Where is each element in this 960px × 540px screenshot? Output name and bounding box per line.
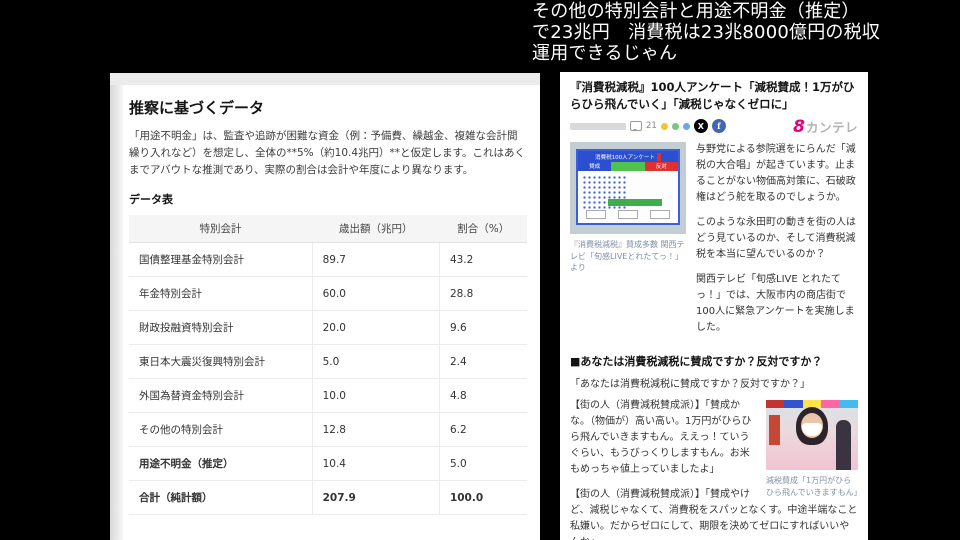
section1-heading: ■あなたは消費税減税に賛成ですか？反対ですか？ [570, 355, 823, 369]
document-title: 推察に基づくデータ [129, 99, 265, 117]
x-share-icon[interactable]: X [693, 119, 708, 134]
table-row: 合計（純計額） 207.9 100.0 [129, 480, 527, 515]
special-accounts-table: 特別会計 歳出額（兆円） 割合（%） 国債整理基金特別会計 89.7 43.2 年金特… [129, 215, 527, 515]
shop-sign [769, 415, 780, 446]
cell-amount: 89.7 [311, 242, 440, 277]
survey-tabs: 賛成 反対 [578, 162, 678, 172]
article-meta-row: 21 X f 8 カンテレ [570, 117, 858, 135]
cell-amount: 5.0 [311, 344, 440, 379]
cell-percent: 4.8 [438, 378, 527, 413]
intro-paragraphs: 与野党による参院選をにらんだ「減税の大合唱」が起きています。止まることがない物価… [696, 142, 858, 345]
cell-name: 財政投融資特別会計 [129, 310, 313, 345]
reaction-icon[interactable] [682, 122, 690, 130]
document-panel: 推察に基づくデータ 「用途不明金」は、監査や追跡が困難な資金（例：予備費、繰越金… [110, 73, 540, 540]
publish-date-text [570, 122, 626, 130]
comment-icon[interactable] [630, 121, 642, 132]
section1-block: 減税賛成「1万円がひらひら飛んでいきますもん」 【街の人（消費減税賛成派）】「賛… [570, 398, 858, 540]
survey-banner-badge [656, 152, 661, 161]
survey-tab-oppose: 反対 [644, 162, 678, 172]
kantele-logo-name: カンテレ [805, 119, 858, 135]
cell-percent: 100.0 [438, 480, 527, 515]
woman-image-caption: 減税賛成「1万円がひらひら飛んでいきますもん」 [766, 476, 858, 497]
survey-card-graphic: 消費税100人アンケート 賛成 反対 [576, 149, 680, 226]
background-figure [836, 420, 851, 471]
cell-percent: 5.0 [438, 446, 527, 481]
article-panel: 『消費税減税』100人アンケート「減税賛成！1万がひらひら飛んでいく」「減税じゃ… [560, 72, 868, 540]
header-account: 特別会計 [129, 215, 313, 243]
paragraph: 与野党による参院選をにらんだ「減税の大合唱」が起きています。止まることがない物価… [696, 144, 856, 204]
document-description: 「用途不明金」は、監査や追跡が困難な資金（例：予備費、繰越金、複雑な会計間繰り入… [129, 130, 525, 176]
intro-section: 消費税100人アンケート 賛成 反対 『消費税減税』賛成多数 関西テレビ「旬感L… [570, 142, 858, 345]
header-amount: 歳出額（兆円） [312, 215, 440, 243]
cell-name: 東日本大震災復興特別会計 [129, 344, 313, 379]
cell-name: 用途不明金（推定） [129, 446, 313, 481]
headline-line: その他の特別会計と用途不明金（推定） [532, 1, 860, 22]
cell-name: 合計（純計額） [129, 480, 313, 515]
table-header-row: 特別会計 歳出額（兆円） 割合（%） [129, 215, 527, 243]
cell-percent: 6.2 [438, 412, 527, 447]
kantele-logo-mark: 8 [793, 116, 805, 137]
comment-count[interactable]: 21 [646, 121, 657, 131]
cell-amount: 12.8 [311, 412, 440, 447]
headline-line: で23兆円 消費税は23兆8000億円の税収 [532, 22, 881, 44]
survey-green-bar [608, 199, 662, 207]
woman-street-image [766, 400, 858, 471]
table-body: 国債整理基金特別会計 89.7 43.2 年金特別会計 60.0 28.8 財政投融資特別会… [129, 242, 527, 515]
cell-name: 外国為替資金特別会計 [129, 378, 313, 413]
header-percent: 割合（%） [439, 215, 527, 243]
paragraph: このような永田町の動きを街の人はどう見ているのか、そして消費税減税を本当に望んで… [696, 217, 856, 261]
cell-name: その他の特別会計 [129, 412, 313, 447]
survey-tab-agree: 賛成 [578, 162, 612, 172]
table-row: 国債整理基金特別会計 89.7 43.2 [129, 242, 527, 277]
kantele-logo[interactable]: 8 カンテレ [793, 117, 858, 136]
cell-amount: 207.9 [311, 480, 440, 515]
cell-amount: 10.4 [311, 446, 440, 481]
cell-amount: 10.0 [311, 378, 440, 413]
paragraph: 関西テレビ「旬感LIVE とれたてっ！」では、大阪市内の商店街で100人に緊急ア… [696, 274, 855, 334]
cell-percent: 9.6 [438, 310, 527, 345]
survey-result-image: 消費税100人アンケート 賛成 反対 [570, 142, 686, 235]
cell-name: 国債整理基金特別会計 [129, 242, 313, 277]
cell-percent: 43.2 [438, 242, 527, 277]
cell-name: 年金特別会計 [129, 276, 313, 311]
cell-amount: 60.0 [311, 276, 440, 311]
cell-amount: 20.0 [311, 310, 440, 345]
survey-banner-text: 消費税100人アンケート [595, 154, 655, 161]
document-top-strip [110, 73, 540, 85]
reaction-icon[interactable] [660, 122, 668, 130]
reaction-icon[interactable] [671, 122, 679, 130]
document-content: 推察に基づくデータ 「用途不明金」は、監査や追跡が困難な資金（例：予備費、繰越金… [129, 97, 527, 515]
table-row: 外国為替資金特別会計 10.0 4.8 [129, 378, 527, 413]
facebook-share-icon[interactable]: f [711, 119, 726, 134]
headline-line: 運用できるじゃん [532, 43, 678, 65]
table-row: その他の特別会計 12.8 6.2 [129, 412, 527, 447]
survey-tab-middle [611, 162, 645, 172]
table-row: 東日本大震災復興特別会計 5.0 2.4 [129, 344, 527, 379]
document-left-edge [110, 85, 123, 540]
article-title: 『消費税減税』100人アンケート「減税賛成！1万がひらひら飛んでいく」「減税じゃ… [570, 80, 855, 111]
overlay-headline: その他の特別会計と用途不明金（推定） で23兆円 消費税は23兆8000億円の税収… [532, 1, 956, 65]
survey-image-caption: 『消費税減税』賛成多数 関西テレビ「旬感LIVEとれたてっ！」より [570, 240, 685, 272]
table-row: 用途不明金（推定） 10.4 5.0 [129, 446, 527, 481]
cell-percent: 28.8 [438, 276, 527, 311]
woman-image-column: 減税賛成「1万円がひらひら飛んでいきますもん」 [766, 400, 858, 497]
survey-image-column: 消費税100人アンケート 賛成 反対 『消費税減税』賛成多数 関西テレビ「旬感L… [570, 142, 686, 345]
table-label: データ表 [129, 193, 173, 206]
section1-quote: 「あなたは消費税減税に賛成ですか？反対ですか？」 [570, 379, 810, 391]
table-row: 年金特別会計 60.0 28.8 [129, 276, 527, 311]
screen: その他の特別会計と用途不明金（推定） で23兆円 消費税は23兆8000億円の税収… [0, 0, 960, 540]
table-row: 財政投融資特別会計 20.0 9.6 [129, 310, 527, 345]
survey-banner: 消費税100人アンケート [578, 151, 678, 163]
survey-footer-boxes [586, 210, 670, 220]
cell-percent: 2.4 [438, 344, 527, 379]
